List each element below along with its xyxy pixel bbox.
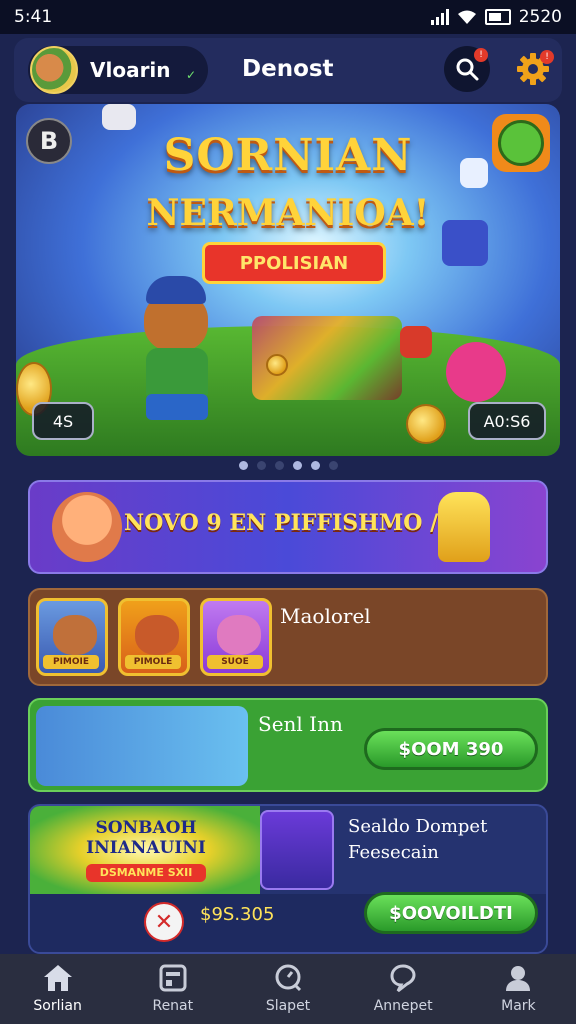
carousel-dot[interactable] — [274, 461, 284, 470]
mascot-icon — [52, 492, 122, 562]
nav-item-profile[interactable]: Mark — [461, 954, 576, 1024]
featured-game-card[interactable]: Senl Inn $OOM 390 — [28, 698, 548, 792]
bundle-price: $9S.305 — [200, 904, 275, 925]
characters-illustration — [36, 706, 248, 786]
nav-item-chat[interactable]: Annepet — [346, 954, 461, 1024]
game-thumb-label: SUOE — [207, 655, 263, 669]
search-button[interactable]: ! — [444, 46, 490, 92]
gem-icon — [446, 342, 506, 402]
nav-item-store[interactable]: Renat — [115, 954, 230, 1024]
dice-icon — [460, 158, 488, 188]
store-icon — [155, 962, 191, 994]
game-thumb-label: PIMOLE — [125, 655, 181, 669]
dice-icon — [442, 220, 488, 266]
username[interactable]: Vloarin — [90, 58, 171, 82]
card-title: Maolorel — [280, 604, 371, 628]
game-thumb-label: PIMOIE — [43, 655, 99, 669]
hero-counter-right: A0:S6 — [468, 402, 546, 440]
promo-banner[interactable]: NOVO 9 EN PIFFISHMO / — [28, 480, 548, 574]
status-time: 5:41 — [14, 7, 53, 27]
avatar[interactable] — [30, 46, 78, 94]
nav-label: Sorlian — [33, 998, 82, 1014]
settings-button[interactable]: ! — [510, 46, 556, 92]
page-title: Denost — [242, 56, 334, 82]
buy-button[interactable]: $OOM 390 — [364, 728, 538, 770]
status-bar: 5:41 2520 — [0, 0, 576, 34]
carousel-dot[interactable] — [292, 461, 302, 470]
bundle-banner-text: SONBAOH INIANAUINI — [86, 818, 206, 858]
status-icons: 2520 — [430, 7, 562, 27]
settings-badge: ! — [540, 50, 554, 64]
hero-banner[interactable]: B SORNIAN NERMANIOA! PPOLISIAN 4S A0:S6 — [16, 104, 560, 456]
game-thumb-2[interactable]: PIMOLE — [118, 598, 190, 676]
nav-label: Mark — [501, 998, 536, 1014]
nav-label: Slapet — [265, 998, 311, 1014]
bundle-banner: SONBAOH INIANAUINI DSMANME SXII — [30, 806, 260, 894]
carousel-indicator — [0, 461, 576, 470]
carousel-dot[interactable] — [310, 461, 320, 470]
hero-counter-left: 4S — [32, 402, 94, 440]
nav-item-search[interactable]: Slapet — [230, 954, 345, 1024]
nav-label: Renat — [152, 998, 194, 1014]
coin-icon — [266, 354, 288, 376]
nav-item-home[interactable]: Sorlian — [0, 954, 115, 1024]
bottom-nav: Sorlian Renat Slapet Annepet Mark — [0, 954, 576, 1024]
game-thumb-1[interactable]: PIMOIE — [36, 598, 108, 676]
chevron-down-icon[interactable]: ✓ — [186, 68, 196, 82]
card-title: Sealdo Dompet — [348, 816, 488, 837]
bundle-offer-card[interactable]: SONBAOH INIANAUINI DSMANME SXII Sealdo D… — [28, 804, 548, 954]
signal-icon — [430, 9, 449, 25]
carousel-dot[interactable] — [328, 461, 338, 470]
dice-icon — [400, 326, 432, 358]
battery-icon — [484, 9, 511, 25]
home-icon — [40, 962, 76, 994]
carousel-dot[interactable] — [256, 461, 266, 470]
carousel-dot[interactable] — [238, 461, 248, 470]
nav-label: Annepet — [373, 998, 433, 1014]
game-collection-card[interactable]: PIMOIE PIMOLE SUOE Maolorel — [28, 588, 548, 686]
top-header: Vloarin ✓ Denost ! ! — [14, 38, 562, 102]
mascot-illustration — [116, 276, 236, 436]
promo-text: NOVO 9 EN PIFFISHMO / — [124, 510, 439, 536]
dice-icon — [102, 104, 136, 130]
card-subtitle: Feesecain — [348, 842, 439, 863]
status-clock-right: 2520 — [518, 7, 562, 27]
bundle-banner-pill: DSMANME SXII — [86, 864, 206, 882]
trophy-icon — [438, 492, 490, 562]
wifi-icon — [457, 10, 476, 24]
chat-icon — [385, 962, 421, 994]
bundle-thumb[interactable] — [260, 810, 334, 890]
purchase-button[interactable]: $OOVOILDTI — [364, 892, 538, 934]
search-badge: ! — [474, 48, 488, 62]
game-thumb-3[interactable]: SUOE — [200, 598, 272, 676]
search-icon — [270, 962, 306, 994]
profile-icon — [500, 962, 536, 994]
discount-badge-icon: ✕ — [144, 902, 184, 942]
coin-icon — [406, 404, 446, 444]
card-title: Senl Inn — [258, 712, 343, 736]
